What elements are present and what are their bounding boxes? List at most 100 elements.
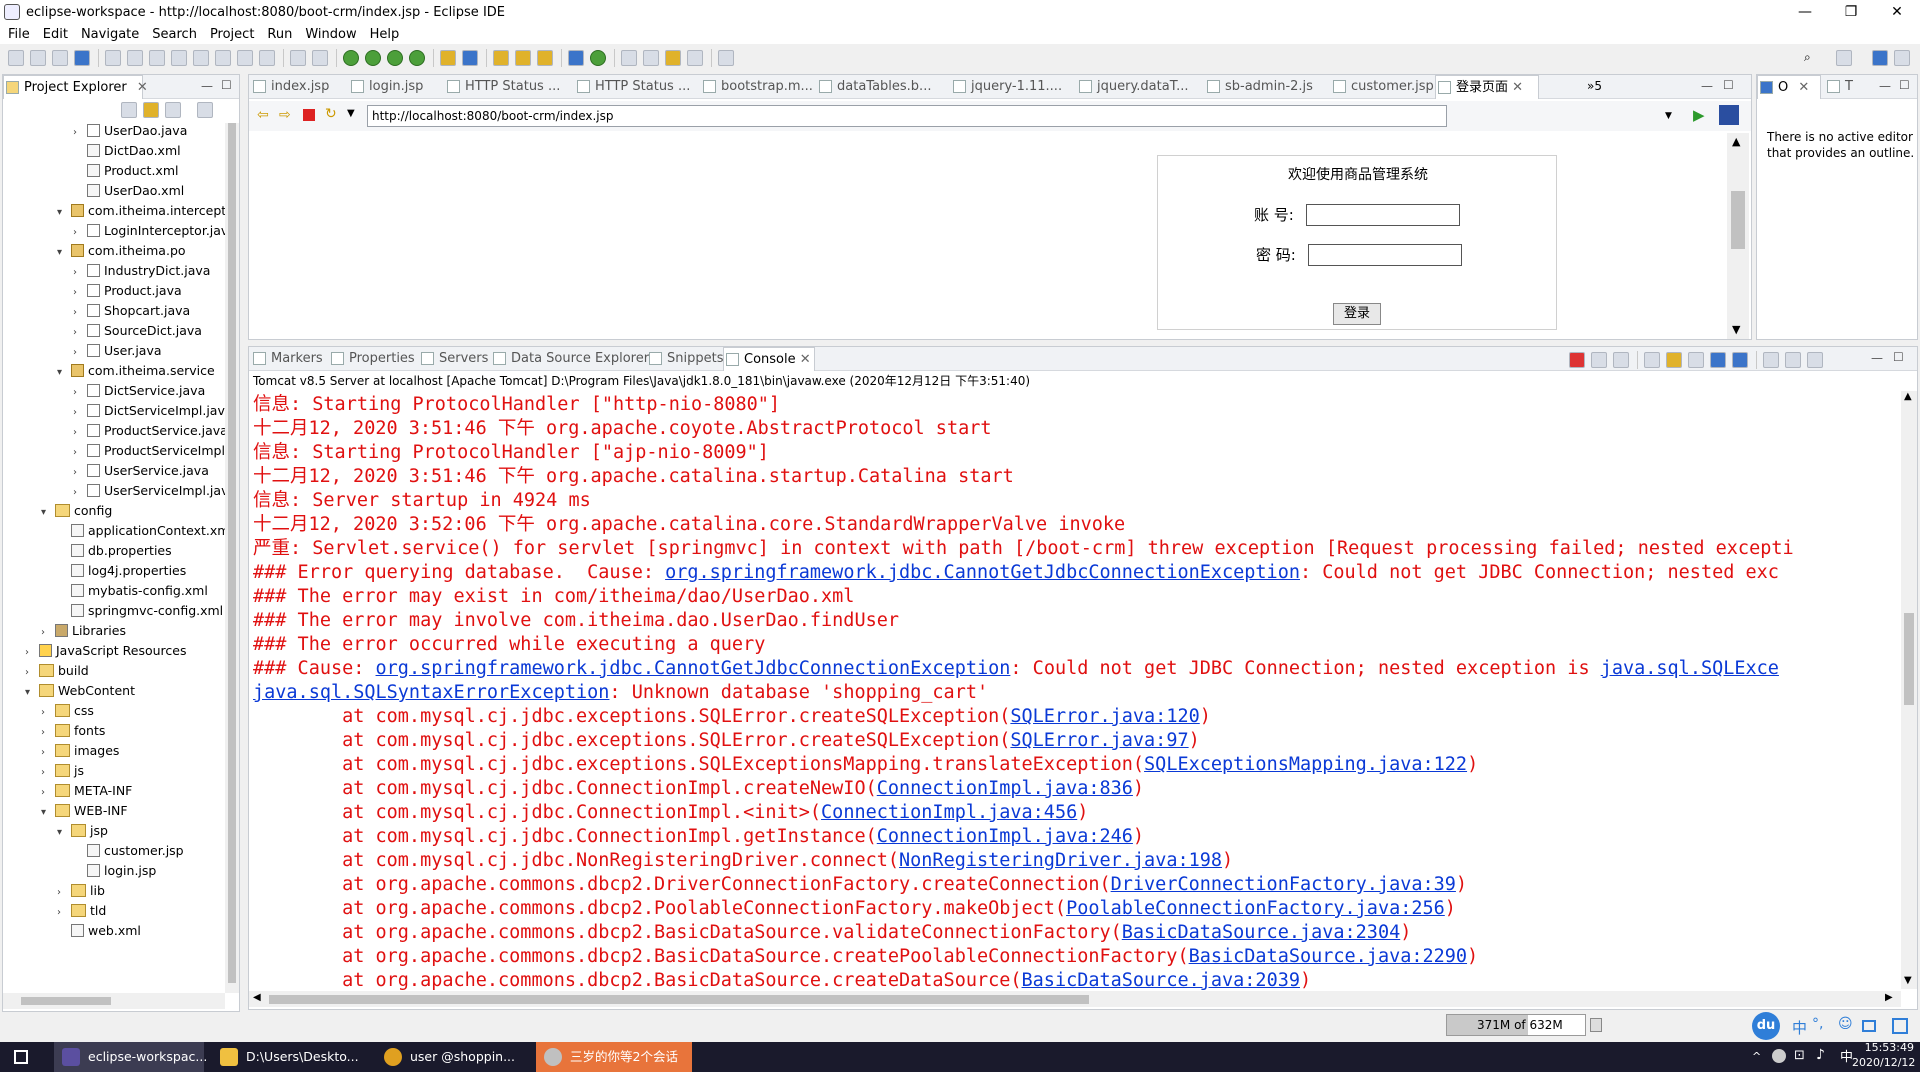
maximize-editor-icon[interactable]: ☐	[1723, 78, 1734, 92]
tree-item[interactable]: › DictService.java	[73, 381, 205, 401]
heap-status[interactable]: 371M of 632M	[1446, 1014, 1586, 1036]
scrollbar-thumb[interactable]	[1731, 191, 1745, 249]
tree-item[interactable]: mybatis-config.xml	[57, 581, 208, 601]
mark-occurrences-icon[interactable]	[312, 50, 328, 66]
tree-item[interactable]: › ProductService.java	[73, 421, 225, 441]
clock-date[interactable]: 2020/12/12	[1852, 1056, 1915, 1069]
tab-project-explorer[interactable]: Project Explorer ✕	[3, 75, 148, 99]
menu-help[interactable]: Help	[370, 27, 400, 42]
expanded-arrow-icon[interactable]: ▾	[57, 203, 71, 223]
show-on-error-icon[interactable]	[1732, 352, 1748, 368]
tree-item[interactable]: › fonts	[41, 721, 105, 741]
stop-icon[interactable]	[303, 109, 315, 121]
ime-toolbox-icon[interactable]	[1892, 1018, 1908, 1034]
task-chat[interactable]: 三岁的你等2个会话	[536, 1042, 692, 1072]
editor-tab[interactable]: sb-admin-2.js	[1205, 75, 1331, 99]
console-link[interactable]: ConnectionImpl.java:456	[821, 802, 1077, 823]
volume-icon[interactable]: ♪	[1816, 1047, 1825, 1063]
tray-expand-icon[interactable]: ^	[1752, 1050, 1761, 1063]
collapsed-arrow-icon[interactable]: ›	[73, 283, 87, 303]
suspend-icon[interactable]	[149, 50, 165, 66]
collapsed-arrow-icon[interactable]: ›	[73, 303, 87, 323]
scroll-up-icon[interactable]: ▲	[1732, 135, 1740, 148]
console-link[interactable]: org.springframework.jdbc.CannotGetJdbcCo…	[376, 658, 1011, 679]
open-type-icon[interactable]	[493, 50, 509, 66]
console-link[interactable]: ConnectionImpl.java:246	[877, 826, 1133, 847]
editor-tab[interactable]: customer.jsp	[1331, 75, 1435, 99]
search-icon[interactable]	[537, 50, 553, 66]
menu-edit[interactable]: Edit	[43, 27, 68, 42]
save-icon[interactable]	[30, 50, 46, 66]
open-external-browser-icon[interactable]	[1719, 105, 1739, 125]
tree-item[interactable]: DictDao.xml	[73, 141, 181, 161]
back-icon[interactable]	[665, 50, 681, 66]
forward-icon[interactable]	[687, 50, 703, 66]
tree-item[interactable]: › UserServiceImpl.java	[73, 481, 225, 501]
tray-app-icon[interactable]	[1772, 1049, 1786, 1063]
forward-icon[interactable]: ⇨	[279, 107, 291, 123]
tree-item[interactable]: › Product.java	[73, 281, 182, 301]
collapsed-arrow-icon[interactable]: ›	[41, 763, 55, 783]
scrollbar-thumb[interactable]	[269, 995, 1089, 1004]
scroll-up-icon[interactable]: ▲	[1904, 391, 1912, 402]
quick-access-search-icon[interactable]: ⌕	[1804, 50, 1820, 66]
tree-item[interactable]: › images	[41, 741, 119, 761]
open-task-icon[interactable]	[515, 50, 531, 66]
external-tools-icon[interactable]	[409, 50, 425, 66]
ime-mode-chinese[interactable]: 中	[1792, 1017, 1807, 1038]
show-on-output-icon[interactable]	[1710, 352, 1726, 368]
scroll-right-icon[interactable]: ▶	[1885, 992, 1893, 1003]
editor-tab[interactable]: HTTP Status ...	[575, 75, 701, 99]
step-return-icon[interactable]	[259, 50, 275, 66]
scroll-down-icon[interactable]: ▼	[1732, 323, 1740, 336]
editor-tab[interactable]: jquery-1.11....	[951, 75, 1077, 99]
console-link[interactable]: BasicDataSource.java:2290	[1189, 946, 1467, 967]
collapsed-arrow-icon[interactable]: ›	[41, 703, 55, 723]
editor-tab[interactable]: index.jsp	[251, 75, 349, 99]
console-link[interactable]: BasicDataSource.java:2039	[1022, 970, 1300, 991]
tree-item[interactable]: › LoginInterceptor.jav	[73, 221, 225, 241]
remove-all-launches-icon[interactable]	[1613, 352, 1629, 368]
pin-editor-icon[interactable]	[718, 50, 734, 66]
ime-emoji[interactable]: ☺	[1838, 1016, 1853, 1032]
expanded-arrow-icon[interactable]: ▾	[57, 823, 71, 843]
collapsed-arrow-icon[interactable]: ›	[25, 663, 39, 683]
windows-start-icon[interactable]	[14, 1050, 28, 1064]
tab-servers[interactable]: Servers	[419, 347, 491, 371]
close-tab-icon[interactable]: ✕	[1798, 80, 1809, 95]
refresh-icon[interactable]: ↻	[325, 106, 337, 122]
baidu-ime-icon[interactable]: du	[1752, 1012, 1780, 1040]
tree-item[interactable]: Product.xml	[73, 161, 178, 181]
collapsed-arrow-icon[interactable]: ›	[41, 743, 55, 763]
menu-file[interactable]: File	[8, 27, 30, 42]
display-console-icon[interactable]	[1785, 352, 1801, 368]
expanded-arrow-icon[interactable]: ▾	[25, 683, 39, 703]
tree-item[interactable]: › DictServiceImpl.java	[73, 401, 225, 421]
close-button[interactable]: ✕	[1874, 0, 1920, 24]
console-link[interactable]: org.springframework.jdbc.CannotGetJdbcCo…	[665, 562, 1300, 583]
back-icon[interactable]: ⇦	[257, 107, 269, 123]
collapsed-arrow-icon[interactable]: ›	[57, 903, 71, 923]
tab-markers[interactable]: Markers	[251, 347, 329, 371]
open-perspective-icon[interactable]	[1836, 50, 1852, 66]
task-eclipse[interactable]: eclipse-workspac...	[54, 1042, 207, 1072]
menu-navigate[interactable]: Navigate	[81, 27, 139, 42]
tree-item[interactable]: login.jsp	[73, 861, 156, 881]
collapsed-arrow-icon[interactable]: ›	[73, 223, 87, 243]
tree-item[interactable]: › User.java	[73, 341, 162, 361]
url-history-dropdown-icon[interactable]: ▼	[1665, 111, 1672, 121]
console-link[interactable]: PoolableConnectionFactory.java:256	[1066, 898, 1445, 919]
console-link[interactable]: NonRegisteringDriver.java:198	[899, 850, 1222, 871]
collapsed-arrow-icon[interactable]: ›	[41, 723, 55, 743]
scrollbar-thumb[interactable]	[21, 997, 111, 1005]
maximize-view-icon[interactable]: ☐	[221, 78, 232, 92]
tree-item[interactable]: › JavaScript Resources	[25, 641, 186, 661]
close-tab-icon[interactable]: ✕	[137, 80, 148, 95]
password-input[interactable]	[1308, 244, 1462, 266]
maximize-view-icon[interactable]: ☐	[1899, 78, 1910, 92]
terminate-console-icon[interactable]	[1569, 352, 1585, 368]
console-link[interactable]: ConnectionImpl.java:836	[877, 778, 1133, 799]
tab-outline[interactable]: O ✕	[1757, 75, 1821, 99]
collapsed-arrow-icon[interactable]: ›	[25, 643, 39, 663]
tab-snippets[interactable]: Snippets	[647, 347, 723, 371]
